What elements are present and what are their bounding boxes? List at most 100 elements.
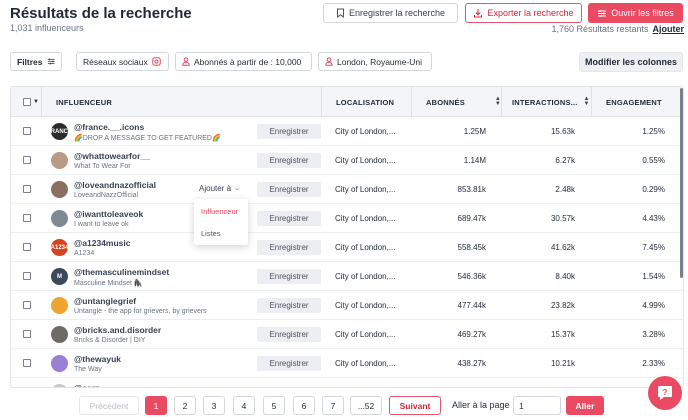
chevron-down-icon[interactable]: ▼	[33, 99, 39, 105]
influencer-handle[interactable]: @loveandnazofficial	[74, 180, 156, 190]
social-label: Réseaux sociaux	[83, 56, 148, 67]
row-checkbox[interactable]	[23, 243, 31, 251]
table-row[interactable]: @loveandnazofficial LoveandNazzOfficial En…	[11, 175, 683, 204]
avatar[interactable]: FRANCE	[51, 123, 68, 140]
save-influencer-button[interactable]: Enregistrer	[257, 124, 321, 139]
dropdown-item-influencer[interactable]: Influenceur	[201, 207, 238, 216]
influencer-name: I want to leave ok	[74, 221, 129, 228]
avatar[interactable]	[51, 210, 68, 227]
go-button[interactable]: Aller	[566, 396, 604, 415]
save-search-button[interactable]: Enregistrer la recherche	[323, 3, 458, 23]
table-row[interactable]: A1234 @a1234music A1234 Enregistrer City of …	[11, 233, 683, 262]
table-row[interactable]: @iwanttoleaveok I want to leave ok Enregis…	[11, 204, 683, 233]
table-row[interactable]: @bricks.and.disorder Bricks & Disorder | …	[11, 320, 683, 349]
avatar[interactable]: A1234	[51, 239, 68, 256]
row-checkbox[interactable]	[23, 214, 31, 222]
avatar[interactable]	[51, 384, 68, 387]
page-button-4[interactable]: 4	[233, 396, 255, 415]
select-all-control[interactable]: ▼	[23, 87, 39, 117]
column-interactions[interactable]: INTERACTIONS... ▲ ▼	[501, 87, 591, 117]
select-all-checkbox[interactable]	[23, 98, 31, 106]
influencer-name: A1234	[74, 250, 95, 257]
influencer-handle[interactable]: @france.__.icons	[74, 122, 144, 132]
column-followers[interactable]: ABONNÉS ▲ ▼	[411, 87, 501, 117]
influencer-handle[interactable]: @bricks.and.disorder	[74, 325, 161, 335]
sort-icon[interactable]: ▲ ▼	[584, 96, 590, 107]
chat-support-button[interactable]: ?	[648, 376, 682, 410]
table-row[interactable]: @untanglegrief Untangle - the app for gri…	[11, 291, 683, 320]
page-button-6[interactable]: 6	[293, 396, 315, 415]
export-search-button[interactable]: Exporter la recherche	[465, 3, 582, 23]
table-row[interactable]: @thewayuk The Way Enregistrer City of Londo…	[11, 349, 683, 378]
engagement-cell: 7.45%	[642, 243, 665, 252]
influencer-table: ▼ INFLUENCEUR LOCALISATION ABONNÉS ▲ ▼ IN…	[10, 86, 684, 388]
page-button-2[interactable]: 2	[174, 396, 196, 415]
location-cell: City of London,...	[335, 272, 396, 281]
influencer-name: What To Wear For	[74, 163, 131, 170]
influencer-handle[interactable]: @whattowearfor__	[74, 151, 150, 161]
row-checkbox[interactable]	[23, 185, 31, 193]
avatar[interactable]	[51, 297, 68, 314]
location-cell: City of London,...	[335, 243, 396, 252]
page-button-3[interactable]: 3	[203, 396, 225, 415]
filters-chip[interactable]: Filtres	[10, 52, 62, 71]
page-button-last[interactable]: ...52	[350, 396, 382, 415]
save-influencer-button[interactable]: Enregistrer	[257, 298, 321, 313]
engagement-cell: 0.29%	[642, 185, 665, 194]
interactions-cell: 15.37k	[550, 330, 575, 339]
table-scrollbar[interactable]	[680, 88, 683, 278]
table-row[interactable]: M @themasculinemindset Masculine Mindset 🦍…	[11, 262, 683, 291]
followers-cell: 477.44k	[457, 301, 486, 310]
table-row[interactable]: @earp	[11, 378, 683, 387]
page-button-1[interactable]: 1	[145, 396, 167, 415]
location-chip[interactable]: London, Royaume-Uni	[318, 52, 432, 71]
influencer-handle[interactable]: @untanglegrief	[74, 296, 136, 306]
row-checkbox[interactable]	[23, 156, 31, 164]
modify-columns-button[interactable]: Modifier les colonnes	[579, 52, 683, 72]
influencer-name: 🌈DROP A MESSAGE TO GET FEATURED🌈	[74, 135, 221, 142]
goto-page-input[interactable]: 1	[513, 396, 561, 415]
avatar[interactable]	[51, 326, 68, 343]
influencer-handle[interactable]: @thewayuk	[74, 354, 121, 364]
influencer-handle[interactable]: @themasculinemindset	[74, 267, 169, 277]
row-checkbox[interactable]	[23, 272, 31, 280]
table-row[interactable]: @whattowearfor__ What To Wear For Enregist…	[11, 146, 683, 175]
save-influencer-button[interactable]: Enregistrer	[257, 356, 321, 371]
followers-chip[interactable]: Abonnés à partir de : 10,000	[175, 52, 312, 71]
save-influencer-button[interactable]: Enregistrer	[257, 269, 321, 284]
row-checkbox[interactable]	[23, 301, 31, 309]
influencer-name: LoveandNazzOfficial	[74, 192, 139, 199]
page-button-7[interactable]: 7	[322, 396, 344, 415]
avatar[interactable]: M	[51, 268, 68, 285]
save-influencer-button[interactable]: Enregistrer	[257, 211, 321, 226]
save-influencer-button[interactable]: Enregistrer	[257, 182, 321, 197]
followers-cell: 558.45k	[457, 243, 486, 252]
location-cell: City of London,...	[335, 127, 396, 136]
page-button-5[interactable]: 5	[263, 396, 285, 415]
influencer-handle[interactable]: @a1234music	[74, 238, 131, 248]
row-checkbox[interactable]	[23, 359, 31, 367]
social-networks-chip[interactable]: Réseaux sociaux	[76, 52, 169, 71]
add-results-link[interactable]: Ajouter	[653, 24, 685, 34]
influencer-handle[interactable]: @iwanttoleaveok	[74, 209, 143, 219]
location-cell: City of London,...	[335, 214, 396, 223]
save-influencer-button[interactable]: Enregistrer	[257, 240, 321, 255]
save-influencer-button[interactable]: Enregistrer	[257, 327, 321, 342]
add-to-button[interactable]: Ajouter à ⌄	[190, 181, 252, 195]
next-page-button[interactable]: Suivant	[389, 396, 441, 415]
open-filters-button[interactable]: Ouvrir les filtres	[588, 3, 683, 23]
row-checkbox[interactable]	[23, 127, 31, 135]
avatar[interactable]	[51, 181, 68, 198]
save-influencer-button[interactable]: Enregistrer	[257, 153, 321, 168]
previous-page-button[interactable]: Précédent	[79, 396, 139, 415]
avatar[interactable]	[51, 355, 68, 372]
dropdown-item-lists[interactable]: Listes	[201, 229, 221, 238]
svg-text:?: ?	[663, 388, 668, 397]
row-checkbox[interactable]	[23, 330, 31, 338]
column-interactions-label: INTERACTIONS...	[512, 97, 578, 107]
download-icon	[474, 9, 483, 18]
avatar[interactable]	[51, 152, 68, 169]
table-row[interactable]: FRANCE @france.__.icons 🌈DROP A MESSAGE TO…	[11, 117, 683, 146]
remaining-text: 1,760 Résultats restants	[551, 24, 649, 34]
influencer-handle[interactable]: @earp	[74, 383, 100, 387]
